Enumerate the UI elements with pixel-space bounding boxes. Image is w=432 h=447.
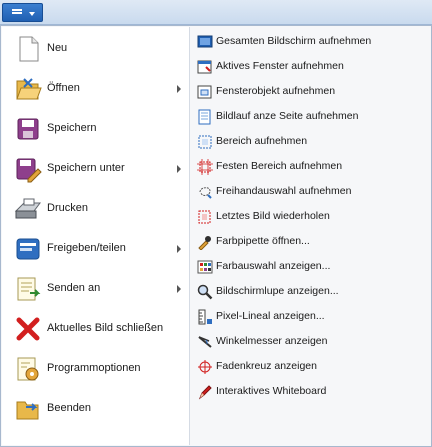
menu-item-interactive-whiteboard[interactable]: Interaktives Whiteboard	[195, 379, 427, 404]
fixed-region-icon	[197, 159, 213, 175]
menu-item-label: Freigeben/teilen	[47, 242, 126, 254]
menu-item-label: Drucken	[47, 202, 88, 214]
menu-item-save[interactable]: Speichern	[2, 109, 189, 149]
menu-item-label: Pixel-Lineal anzeigen...	[216, 310, 325, 322]
save-as-icon	[14, 155, 42, 183]
menu-item-close-image[interactable]: Aktuelles Bild schließen	[2, 309, 189, 349]
freehand-icon	[197, 184, 213, 200]
magnifier-icon	[197, 284, 213, 300]
menu-item-label: Gesamten Bildschirm aufnehmen	[216, 35, 372, 47]
left-menu-column: Neu Öffnen Speichern Speichern unter Dru…	[2, 27, 189, 445]
menu-item-program-options[interactable]: Programmoptionen	[2, 349, 189, 389]
menu-item-label: Beenden	[47, 402, 92, 414]
active-window-icon	[197, 59, 213, 75]
save-icon	[14, 115, 42, 143]
exit-icon	[14, 395, 42, 423]
app-menu-button[interactable]	[2, 3, 43, 22]
menu-item-label: Farbpipette öffnen...	[216, 235, 310, 247]
menu-item-save-as[interactable]: Speichern unter	[2, 149, 189, 189]
menu-item-label: Speichern unter	[47, 162, 125, 174]
fullscreen-capture-icon	[197, 34, 213, 50]
menu-item-label: Bildschirmlupe anzeigen...	[216, 285, 339, 297]
menu-item-label: Festen Bereich aufnehmen	[216, 160, 343, 172]
menu-item-open[interactable]: Öffnen	[2, 69, 189, 109]
menu-item-capture-fixed-region[interactable]: Festen Bereich aufnehmen	[195, 154, 427, 179]
ribbon-bar	[0, 0, 432, 25]
menu-item-label: Farbauswahl anzeigen...	[216, 260, 331, 272]
menu-item-share[interactable]: Freigeben/teilen	[2, 229, 189, 269]
menu-item-print[interactable]: Drucken	[2, 189, 189, 229]
protractor-icon	[197, 334, 213, 350]
submenu-arrow-icon	[177, 85, 181, 93]
share-icon	[14, 235, 42, 263]
new-document-icon	[14, 35, 42, 63]
options-icon	[14, 355, 42, 383]
menu-item-capture-freehand[interactable]: Freihandauswahl aufnehmen	[195, 179, 427, 204]
menu-item-label: Speichern	[47, 122, 97, 134]
submenu-arrow-icon	[177, 165, 181, 173]
menu-item-color-palette[interactable]: Farbauswahl anzeigen...	[195, 254, 427, 279]
window-object-icon	[197, 84, 213, 100]
open-folder-icon	[14, 75, 42, 103]
application-menu: Neu Öffnen Speichern Speichern unter Dru…	[0, 25, 432, 447]
submenu-arrow-icon	[177, 245, 181, 253]
menu-item-label: Fadenkreuz anzeigen	[216, 360, 317, 372]
menu-item-capture-scrolling-page[interactable]: Bildlauf anze Seite aufnehmen	[195, 104, 427, 129]
menu-item-pixel-ruler[interactable]: Pixel-Lineal anzeigen...	[195, 304, 427, 329]
menu-item-label: Aktives Fenster aufnehmen	[216, 60, 344, 72]
repeat-last-icon	[197, 209, 213, 225]
whiteboard-icon	[197, 384, 213, 400]
menu-icon	[12, 9, 22, 17]
menu-item-send-to[interactable]: Senden an	[2, 269, 189, 309]
send-to-icon	[14, 275, 42, 303]
column-divider	[189, 27, 190, 445]
menu-item-protractor[interactable]: Winkelmesser anzeigen	[195, 329, 427, 354]
menu-item-label: Interaktives Whiteboard	[216, 385, 327, 397]
menu-item-new[interactable]: Neu	[2, 29, 189, 69]
close-icon	[14, 315, 42, 343]
menu-item-repeat-last-capture[interactable]: Letztes Bild wiederholen	[195, 204, 427, 229]
menu-item-label: Letztes Bild wiederholen	[216, 210, 330, 222]
color-picker-icon	[197, 234, 213, 250]
region-capture-icon	[197, 134, 213, 150]
printer-icon	[14, 195, 42, 223]
menu-item-color-picker[interactable]: Farbpipette öffnen...	[195, 229, 427, 254]
menu-item-capture-region[interactable]: Bereich aufnehmen	[195, 129, 427, 154]
menu-item-label: Programmoptionen	[47, 362, 141, 374]
chevron-down-icon	[29, 12, 35, 16]
menu-item-label: Bereich aufnehmen	[216, 135, 308, 147]
menu-item-capture-fullscreen[interactable]: Gesamten Bildschirm aufnehmen	[195, 29, 427, 54]
ruler-icon	[197, 309, 213, 325]
crosshair-icon	[197, 359, 213, 375]
menu-item-label: Neu	[47, 42, 68, 54]
menu-item-label: Senden an	[47, 282, 101, 294]
submenu-arrow-icon	[177, 285, 181, 293]
menu-item-label: Bildlauf anze Seite aufnehmen	[216, 110, 359, 122]
menu-item-capture-active-window[interactable]: Aktives Fenster aufnehmen	[195, 54, 427, 79]
menu-item-label: Öffnen	[47, 82, 80, 94]
color-palette-icon	[197, 259, 213, 275]
menu-item-label: Aktuelles Bild schließen	[47, 322, 164, 334]
menu-item-crosshair[interactable]: Fadenkreuz anzeigen	[195, 354, 427, 379]
menu-item-label: Winkelmesser anzeigen	[216, 335, 328, 347]
menu-item-exit[interactable]: Beenden	[2, 389, 189, 429]
scroll-capture-icon	[197, 109, 213, 125]
menu-item-label: Freihandauswahl aufnehmen	[216, 185, 352, 197]
menu-item-label: Fensterobjekt aufnehmen	[216, 85, 336, 97]
menu-item-screen-magnifier[interactable]: Bildschirmlupe anzeigen...	[195, 279, 427, 304]
menu-item-capture-window-object[interactable]: Fensterobjekt aufnehmen	[195, 79, 427, 104]
